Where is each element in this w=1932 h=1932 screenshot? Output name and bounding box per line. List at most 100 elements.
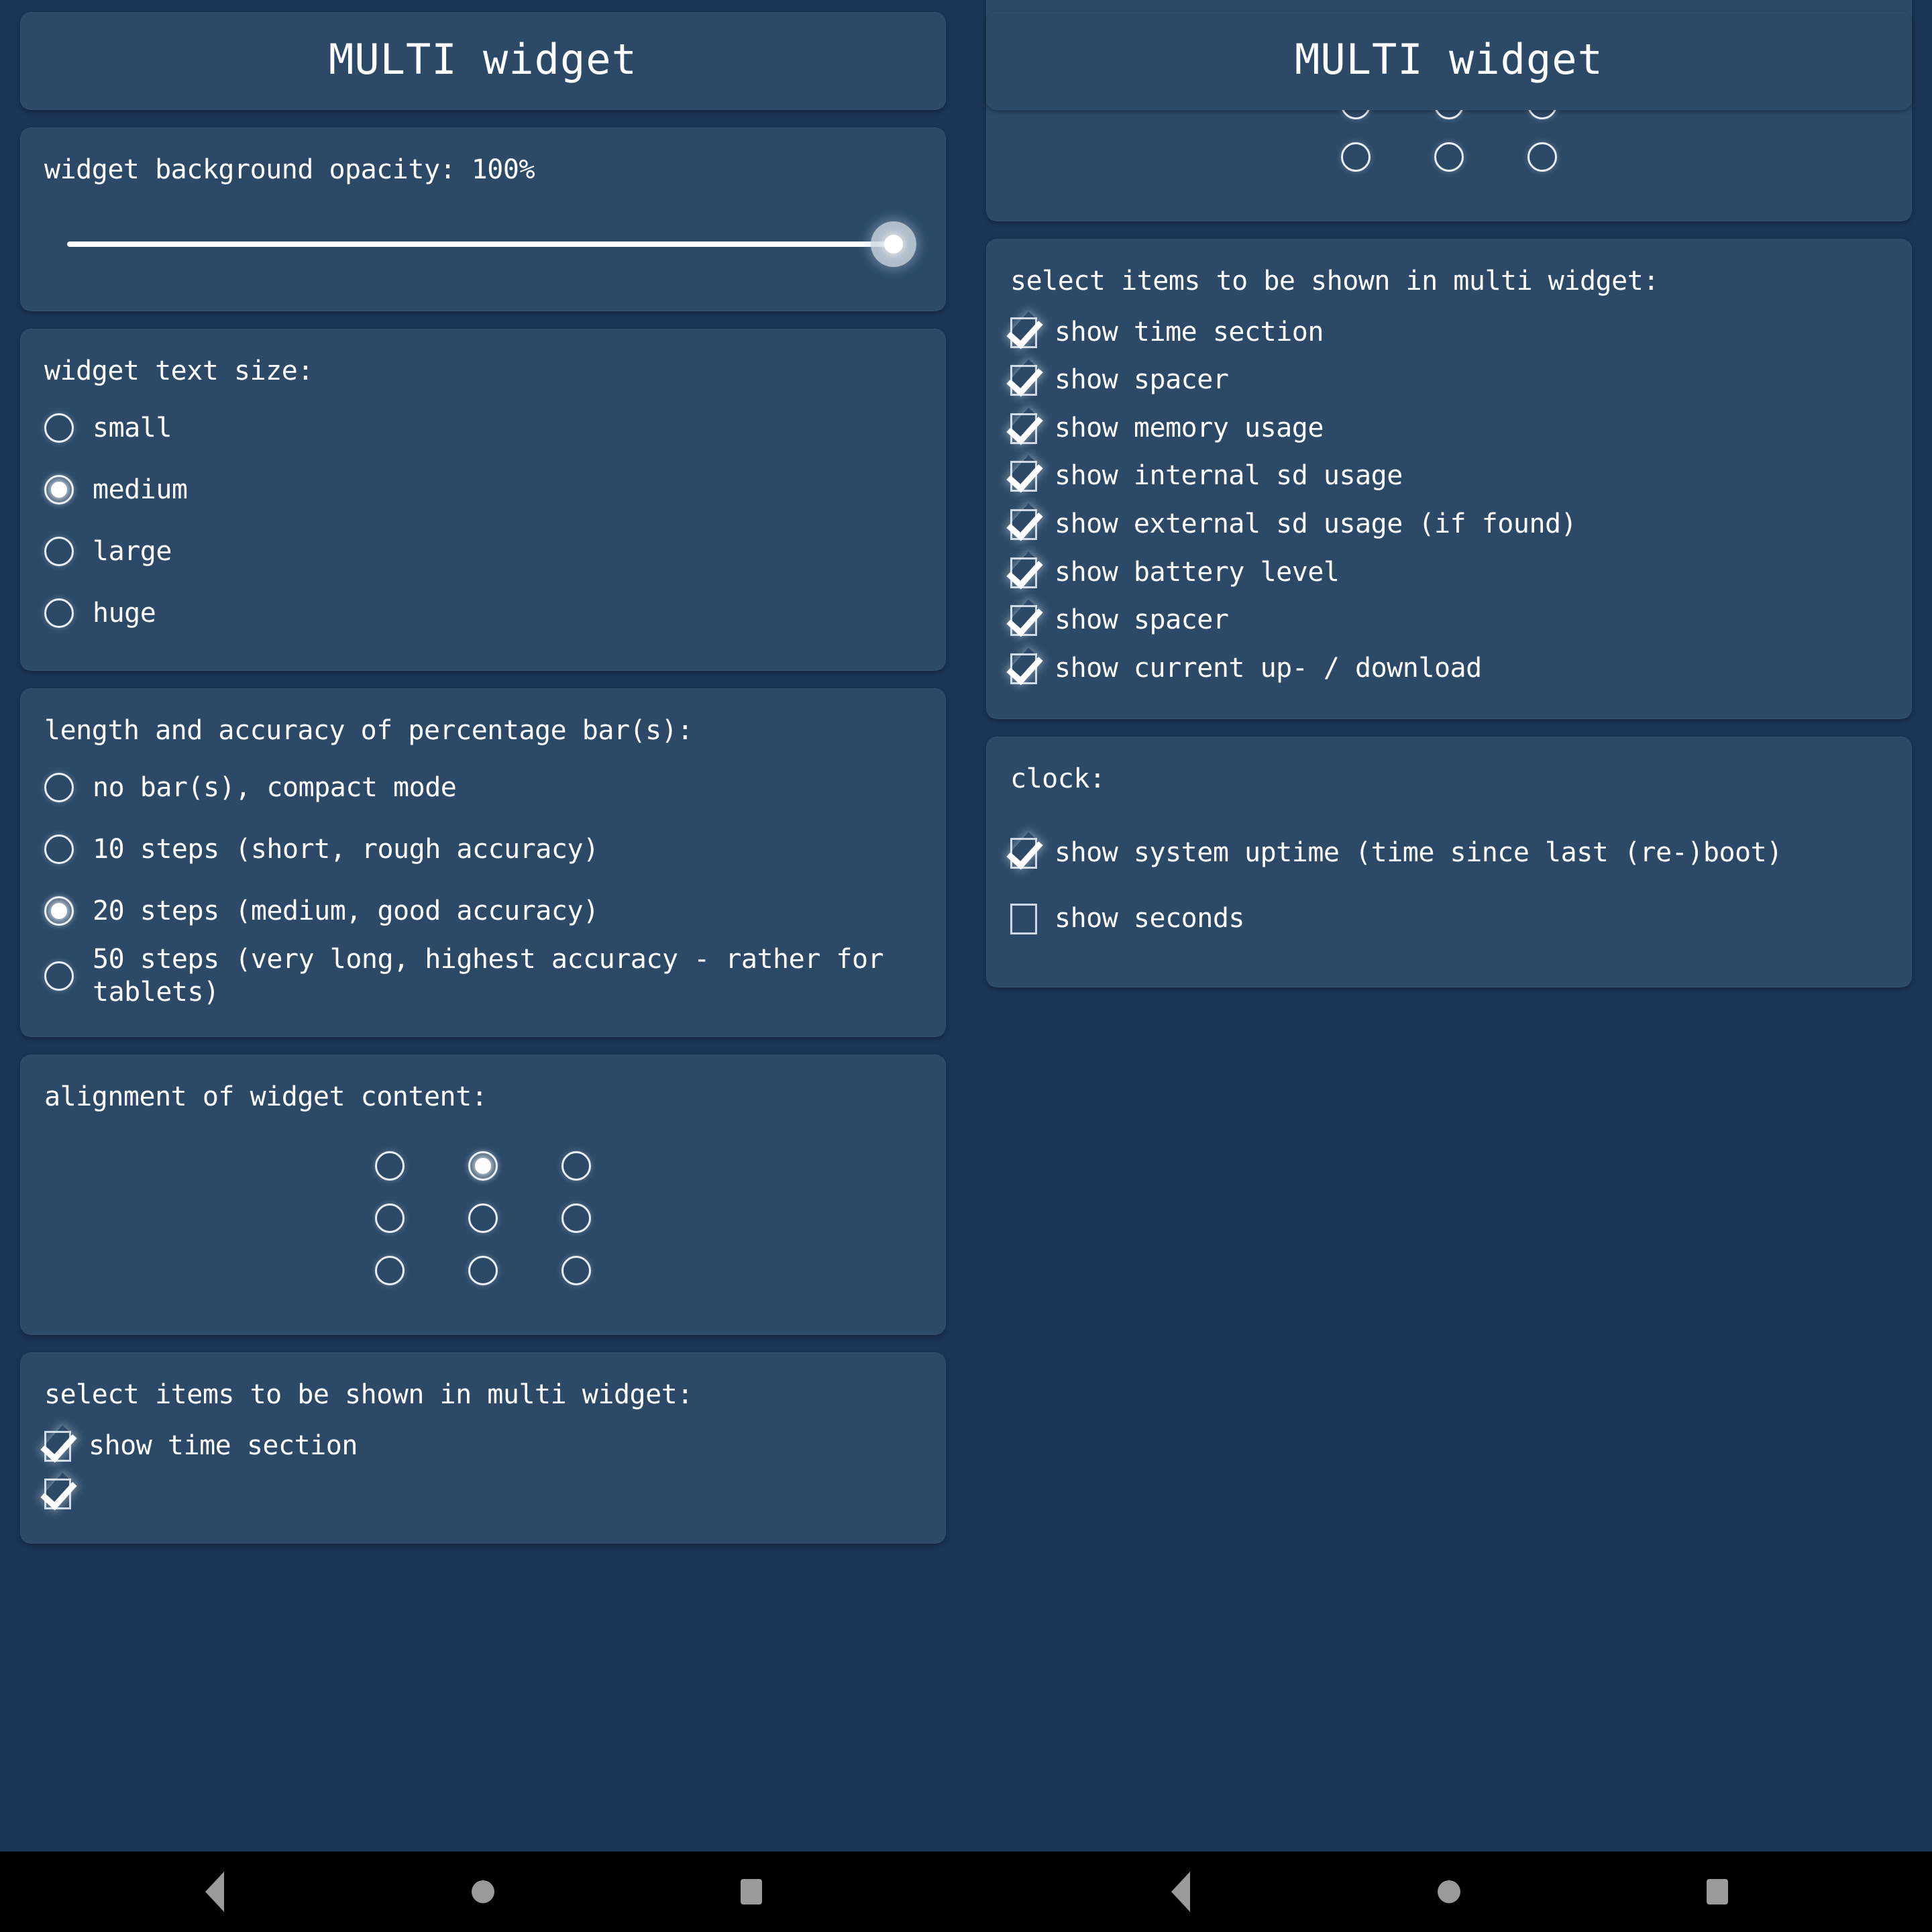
checkbox-icon[interactable]	[44, 1430, 71, 1462]
checkbox-label: show battery level	[1055, 556, 1340, 588]
alignment-card: alignment of widget content:	[20, 1054, 946, 1335]
checkbox-label: show external sd usage (if found)	[1055, 508, 1577, 539]
radio-circle-icon[interactable]	[44, 598, 74, 628]
radio-circle-icon[interactable]	[44, 475, 74, 504]
recents-button[interactable]	[1677, 1851, 1758, 1932]
radio-circle-icon[interactable]	[468, 1203, 498, 1233]
alignment-cell-middle-right[interactable]	[535, 1198, 617, 1238]
radio-circle-icon[interactable]	[44, 413, 74, 443]
home-button[interactable]	[443, 1851, 523, 1932]
radio-circle-icon[interactable]	[561, 1150, 591, 1181]
checkbox-option-show-system-uptime[interactable]: show system uptime (time since last (re-…	[1010, 829, 1888, 877]
radio-label: large	[93, 535, 172, 567]
alignment-cell-bottom-left[interactable]	[349, 1250, 431, 1291]
checkbox-icon[interactable]	[1010, 317, 1037, 348]
radio-circle-icon[interactable]	[44, 537, 74, 566]
radio-option-20-steps[interactable]: 20 steps (medium, good accuracy)	[44, 880, 922, 942]
radio-circle-icon[interactable]	[44, 896, 74, 926]
radio-label: 10 steps (short, rough accuracy)	[93, 833, 599, 865]
checkbox-label: show time section	[89, 1430, 358, 1461]
opacity-slider[interactable]	[44, 204, 922, 284]
checkbox-option-partial[interactable]	[44, 1470, 922, 1517]
right-select-items-card: select items to be shown in multi widget…	[986, 238, 1912, 720]
radio-circle-icon[interactable]	[44, 835, 74, 864]
radio-option-huge[interactable]: huge	[44, 582, 922, 644]
checkbox-option-show-current-updownload[interactable]: show current up- / download	[1010, 645, 1888, 693]
alignment-cell-top-right[interactable]	[535, 1146, 617, 1186]
back-button[interactable]	[1140, 1851, 1221, 1932]
alignment-cell-middle-center[interactable]	[442, 1198, 524, 1238]
radio-circle-icon[interactable]	[561, 1203, 591, 1233]
checkbox-icon[interactable]	[1010, 461, 1037, 492]
alignment-cell-top-center[interactable]	[442, 1146, 524, 1186]
left-pane[interactable]: MULTI widget widget background opacity: …	[0, 0, 966, 1851]
alignment-cell-bottom-right[interactable]	[1501, 137, 1583, 177]
app-title: MULTI widget	[329, 35, 637, 84]
checkbox-option-show-seconds[interactable]: show seconds	[1010, 895, 1888, 943]
radio-option-medium[interactable]: medium	[44, 459, 922, 521]
radio-circle-icon[interactable]	[1527, 142, 1557, 172]
clock-card: clock: show system uptime (time since la…	[986, 737, 1912, 987]
square-icon	[1707, 1879, 1728, 1904]
slider-thumb[interactable]	[871, 221, 916, 267]
checkbox-icon[interactable]	[44, 1479, 71, 1510]
home-button[interactable]	[1409, 1851, 1489, 1932]
radio-option-small[interactable]: small	[44, 397, 922, 459]
slider-track[interactable]	[67, 241, 899, 247]
checkbox-option-show-time-section[interactable]: show time section	[1010, 309, 1888, 357]
checkbox-icon[interactable]	[1010, 838, 1037, 869]
navigation-bar-left	[0, 1851, 966, 1932]
checkbox-icon[interactable]	[1010, 365, 1037, 396]
checkbox-option-show-spacer-1[interactable]: show spacer	[1010, 356, 1888, 405]
checkbox-label: show system uptime (time since last (re-…	[1055, 837, 1782, 869]
percentage-bar-card: length and accuracy of percentage bar(s)…	[20, 688, 946, 1037]
app-title: MULTI widget	[1295, 35, 1603, 84]
checkbox-option-show-memory-usage[interactable]: show memory usage	[1010, 405, 1888, 453]
alignment-cell-top-left[interactable]	[349, 1146, 431, 1186]
radio-label: no bar(s), compact mode	[93, 771, 457, 803]
radio-option-no-bars[interactable]: no bar(s), compact mode	[44, 757, 922, 818]
checkbox-icon[interactable]	[1010, 413, 1037, 444]
radio-circle-icon[interactable]	[1434, 142, 1464, 172]
checkbox-icon[interactable]	[1010, 508, 1037, 540]
radio-option-large[interactable]: large	[44, 521, 922, 582]
checkbox-icon[interactable]	[1010, 653, 1037, 684]
checkbox-option-show-time-section[interactable]: show time section	[44, 1422, 922, 1470]
radio-circle-icon[interactable]	[468, 1150, 498, 1181]
alignment-row	[349, 1146, 617, 1186]
select-items-title: select items to be shown in multi widget…	[44, 1379, 693, 1410]
checkbox-icon[interactable]	[1010, 903, 1037, 934]
checkbox-option-show-external-sd-usage[interactable]: show external sd usage (if found)	[1010, 500, 1888, 549]
checkbox-option-show-spacer-2[interactable]: show spacer	[1010, 596, 1888, 645]
triangle-left-icon	[205, 1872, 224, 1912]
radio-circle-icon[interactable]	[1341, 142, 1371, 172]
checkbox-option-show-internal-sd-usage[interactable]: show internal sd usage	[1010, 452, 1888, 500]
right-pane[interactable]: 20 steps (medium, good accuracy) 50 step…	[966, 0, 1932, 1851]
back-button[interactable]	[174, 1851, 255, 1932]
radio-circle-icon[interactable]	[375, 1255, 405, 1285]
radio-circle-icon[interactable]	[561, 1255, 591, 1285]
alignment-cell-bottom-center[interactable]	[442, 1250, 524, 1291]
radio-option-50-steps[interactable]: 50 steps (very long, highest accuracy - …	[44, 942, 922, 1010]
checkbox-icon[interactable]	[1010, 557, 1037, 588]
checkbox-option-show-battery-level[interactable]: show battery level	[1010, 549, 1888, 597]
radio-circle-icon[interactable]	[375, 1150, 405, 1181]
radio-circle-icon[interactable]	[468, 1255, 498, 1285]
text-size-card: widget text size: small medium large hug…	[20, 329, 946, 671]
alignment-cell-bottom-right[interactable]	[535, 1250, 617, 1291]
clock-title: clock:	[1010, 763, 1106, 795]
radio-circle-icon[interactable]	[375, 1203, 405, 1233]
radio-circle-icon[interactable]	[44, 773, 74, 802]
dual-pane-container: MULTI widget widget background opacity: …	[0, 0, 1932, 1851]
checkbox-label: show memory usage	[1055, 412, 1324, 443]
checkbox-icon[interactable]	[1010, 605, 1037, 637]
alignment-cell-bottom-left[interactable]	[1315, 137, 1397, 177]
alignment-cell-middle-left[interactable]	[349, 1198, 431, 1238]
radio-circle-icon[interactable]	[44, 961, 74, 991]
checkbox-label: show spacer	[1055, 604, 1229, 636]
radio-option-10-steps[interactable]: 10 steps (short, rough accuracy)	[44, 818, 922, 880]
alignment-cell-bottom-center[interactable]	[1408, 137, 1490, 177]
checkbox-label: show internal sd usage	[1055, 460, 1403, 492]
recents-button[interactable]	[711, 1851, 792, 1932]
text-size-title: widget text size:	[44, 356, 313, 386]
